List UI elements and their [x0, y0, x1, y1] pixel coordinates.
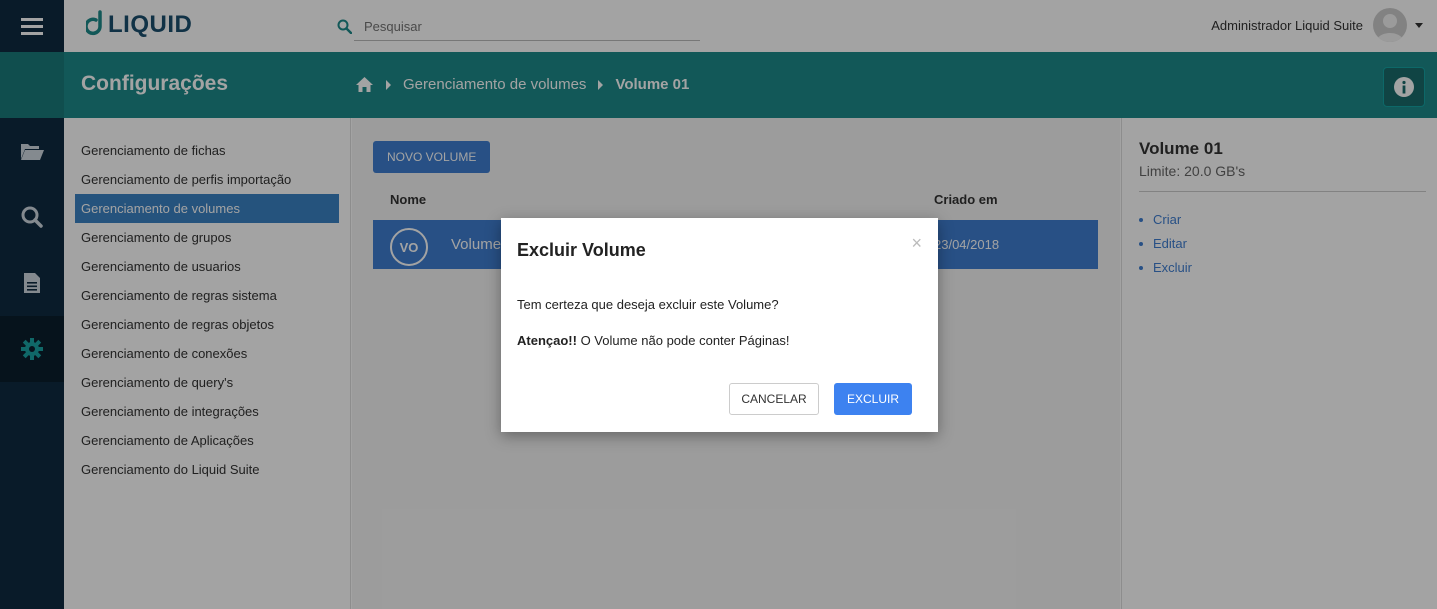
cancel-button[interactable]: CANCELAR [729, 383, 819, 415]
delete-volume-dialog: Excluir Volume × Tem certeza que deseja … [501, 218, 938, 432]
dialog-question: Tem certeza que deseja excluir este Volu… [517, 297, 779, 312]
close-icon[interactable]: × [911, 234, 922, 252]
dialog-title: Excluir Volume [517, 240, 646, 260]
dialog-warning-text: O Volume não pode conter Páginas! [576, 333, 790, 348]
dialog-warning: Atençao!! O Volume não pode conter Págin… [517, 333, 789, 348]
dialog-warning-label: Atençao!! [517, 333, 577, 348]
confirm-delete-button[interactable]: EXCLUIR [834, 383, 912, 415]
